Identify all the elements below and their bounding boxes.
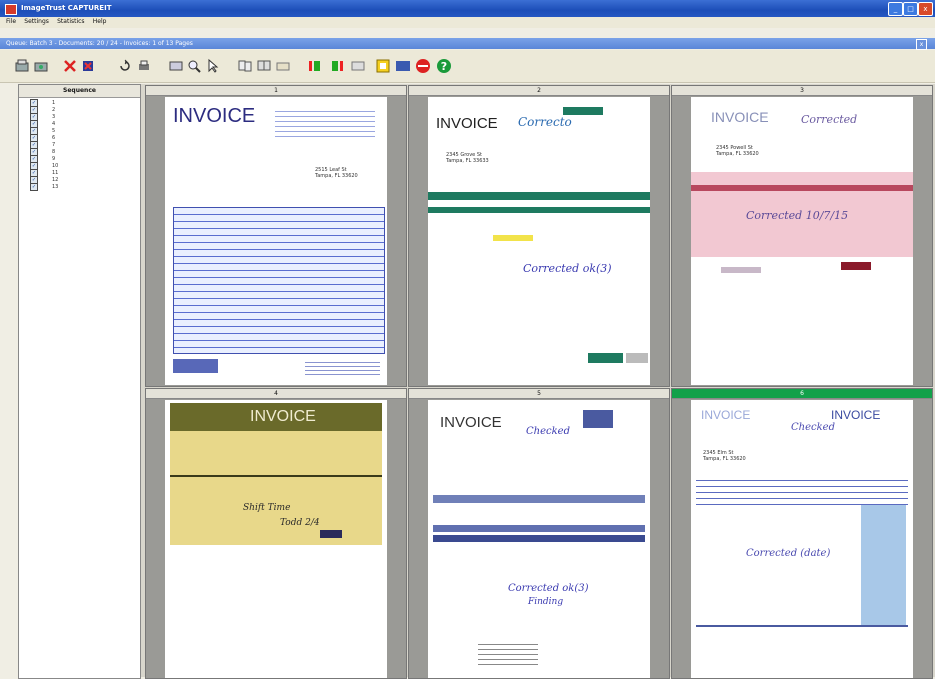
invoice-page: INVOICE Checked Corrected ok(3) Finding <box>428 400 650 678</box>
thumbnail-header: 3 <box>672 86 932 96</box>
sequence-item[interactable]: ✓ 13 <box>30 182 58 191</box>
address-line: Tampa, FL 33620 <box>716 151 759 157</box>
window-title: ImageTrust CAPTUREIT <box>21 4 112 12</box>
handwriting: Checked <box>526 426 570 437</box>
document-bar: Queue: Batch 3 - Documents: 20 / 24 - In… <box>0 38 935 50</box>
invoice-page: INVOICE Correcto 2345 Grove St Tampa, FL… <box>428 97 650 385</box>
address-line: Tampa, FL 33620 <box>703 456 746 462</box>
sequence-header[interactable]: Sequence <box>19 85 140 98</box>
close-button[interactable]: x <box>918 2 933 16</box>
handwriting: Corrected <box>801 113 858 126</box>
invoice-title: INVOICE <box>173 105 256 127</box>
thumbnail-5[interactable]: 5 INVOICE Checked Corrected ok(3) Findin… <box>408 388 670 679</box>
svg-text:?: ? <box>441 60 447 73</box>
delete-icon[interactable] <box>62 57 78 75</box>
merge-icon[interactable] <box>256 57 272 75</box>
address-line: Tampa, FL 33620 <box>315 173 358 179</box>
invoice-title-faded: INVOICE <box>701 408 751 422</box>
batch-icon[interactable] <box>375 57 391 75</box>
handwriting: Corrected (date) <box>746 548 831 559</box>
handwriting: Todd 2/4 <box>280 518 320 528</box>
invoice-page: INVOICE 2515 Leaf St Tampa, FL 33620 <box>165 97 387 385</box>
thumbnail-header: 1 <box>146 86 406 96</box>
minimize-button[interactable]: _ <box>888 2 903 16</box>
menu-bar: File Settings Statistics Help <box>0 17 935 28</box>
invoice-title: INVOICE <box>250 408 316 425</box>
maximize-button[interactable]: □ <box>903 2 918 16</box>
address-line: Tampa, FL 33633 <box>446 158 489 164</box>
rotate-icon[interactable] <box>117 57 133 75</box>
thumbnail-area: 1 INVOICE 2515 Leaf St Tampa, FL 33620 2… <box>141 84 935 679</box>
thumbnail-3[interactable]: 3 INVOICE Corrected 2345 Powell St Tampa… <box>671 85 933 387</box>
pointer-icon[interactable] <box>205 57 221 75</box>
thumbnail-4[interactable]: 4 INVOICE Shift Time Todd 2/4 <box>145 388 407 679</box>
stop-sign-icon[interactable] <box>415 57 431 75</box>
check-icon[interactable]: ✓ <box>30 182 38 191</box>
thumbnail-header: 2 <box>409 86 669 96</box>
invoice-title: INVOICE <box>711 109 769 125</box>
thumbnail-header: 6 <box>672 389 932 399</box>
stop-icon[interactable] <box>395 57 411 75</box>
thumbnail-header: 5 <box>409 389 669 399</box>
thumbnail-1[interactable]: 1 INVOICE 2515 Leaf St Tampa, FL 33620 <box>145 85 407 387</box>
zoom-fit-icon[interactable] <box>168 57 184 75</box>
flag-icon[interactable] <box>80 57 96 75</box>
invoice-page: INVOICE Shift Time Todd 2/4 <box>165 400 387 678</box>
invoice-title: INVOICE <box>831 408 881 422</box>
scan-icon[interactable] <box>14 57 30 75</box>
sequence-panel: Sequence ✓ 1 ✓ 2 ✓ 3 ✓ 4 ✓ 5 ✓ 6 ✓ 7 ✓ 8 ✓ 9 ✓ 10 … <box>18 84 141 679</box>
split-icon[interactable] <box>275 57 291 75</box>
zoom-in-icon[interactable] <box>186 57 202 75</box>
invoice-title: INVOICE <box>436 115 498 132</box>
invoice-page: INVOICE Corrected 2345 Powell St Tampa, … <box>691 97 913 385</box>
rescan-icon[interactable] <box>33 57 49 75</box>
handwriting: Finding <box>528 597 564 607</box>
menu-settings[interactable]: Settings <box>24 18 49 25</box>
handwriting: Correcto <box>518 115 572 129</box>
thumbnail-header: 4 <box>146 389 406 399</box>
menu-help[interactable]: Help <box>93 18 107 25</box>
move-right-icon[interactable] <box>330 57 346 75</box>
print-icon[interactable] <box>136 57 152 75</box>
handwriting: Checked <box>791 422 835 433</box>
handwriting: Corrected ok(3) <box>508 583 589 594</box>
menu-statistics[interactable]: Statistics <box>57 18 84 25</box>
handwriting: Corrected 10/7/15 <box>746 209 849 222</box>
index-icon[interactable] <box>350 57 366 75</box>
app-icon <box>5 4 17 15</box>
thumbnail-2[interactable]: 2 INVOICE Correcto 2345 Grove St Tampa, … <box>408 85 670 387</box>
thumbnail-6[interactable]: 6 INVOICE INVOICE Checked 2345 Elm St Ta… <box>671 388 933 679</box>
title-bar: ImageTrust CAPTUREIT _ □ x <box>0 0 935 17</box>
menu-file[interactable]: File <box>6 18 16 25</box>
document-bar-text: Queue: Batch 3 - Documents: 20 / 24 - In… <box>6 40 193 47</box>
handwriting: Shift Time <box>243 503 291 513</box>
select-pages-icon[interactable] <box>237 57 253 75</box>
invoice-page: INVOICE INVOICE Checked 2345 Elm St Tamp… <box>691 400 913 678</box>
handwriting: Corrected ok(3) <box>523 262 612 275</box>
help-icon[interactable]: ? <box>436 57 452 75</box>
move-left-icon[interactable] <box>307 57 323 75</box>
document-close-button[interactable]: x <box>916 39 927 50</box>
invoice-title: INVOICE <box>440 414 502 431</box>
